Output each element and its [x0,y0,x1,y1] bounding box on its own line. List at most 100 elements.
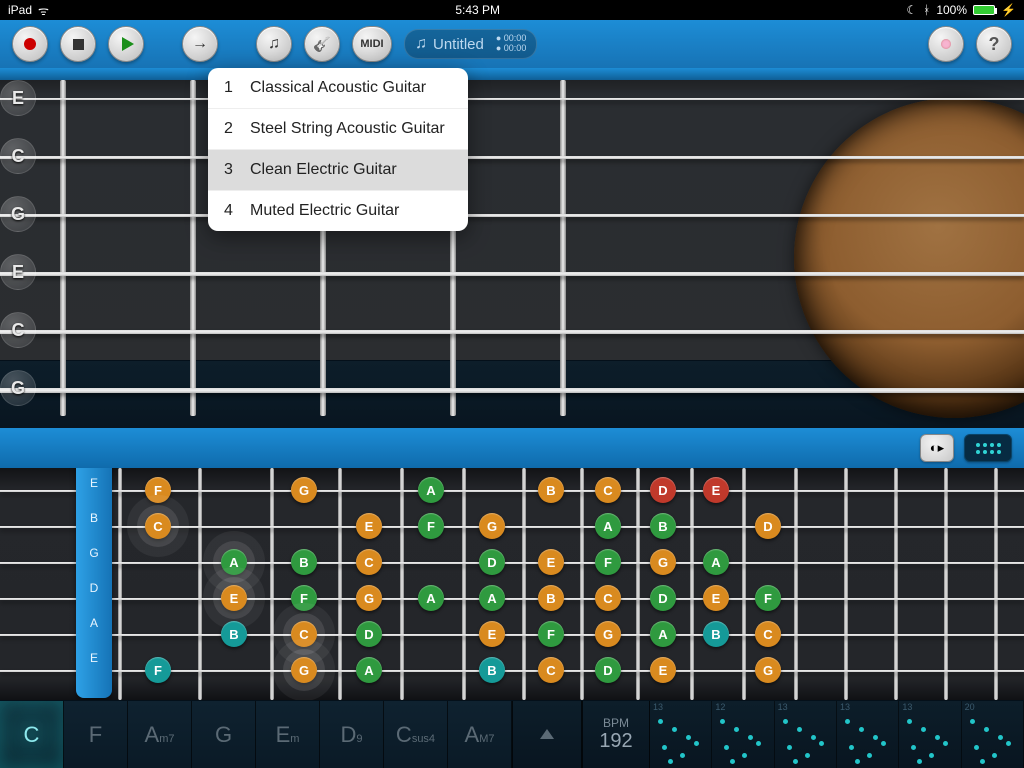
pattern-column[interactable]: 12 [712,701,774,768]
fret-note[interactable]: A [703,549,729,575]
strum-mode-button[interactable]: ◐▸ [920,434,954,462]
fret-note[interactable]: F [538,621,564,647]
fret-note[interactable]: D [356,621,382,647]
instrument-menu-item[interactable]: 3Clean Electric Guitar [208,150,468,191]
fret-note[interactable]: E [356,513,382,539]
fret-note[interactable]: G [595,621,621,647]
fret-note[interactable]: A [479,585,505,611]
fret-note[interactable]: C [538,657,564,683]
chord-fretboard[interactable]: + 5 EBGDAE FCFAEBGBFCGECGDAAFAGDAEBBEBFC… [0,468,1024,700]
instrument-menu-item[interactable]: 1Classical Acoustic Guitar [208,68,468,109]
play-button[interactable] [108,26,144,62]
stop-button[interactable] [60,26,96,62]
open-note[interactable]: G [0,196,36,232]
fret-note[interactable]: E [650,657,676,683]
fret-note[interactable]: C [145,513,171,539]
fret-note[interactable]: B [479,657,505,683]
fret-note[interactable]: A [221,549,247,575]
fret-note[interactable]: D [650,477,676,503]
help-button[interactable] [976,26,1012,62]
fret-note[interactable]: A [650,621,676,647]
pattern-column[interactable]: 20 [962,701,1024,768]
song-info[interactable]: ♫ Untitled ● 00:00 ● 00:00 [404,29,537,59]
fret-note[interactable]: E [703,585,729,611]
fret-note[interactable]: G [291,657,317,683]
chord-cell[interactable]: AM7 [448,701,512,768]
fret-note[interactable]: B [538,585,564,611]
instrument-menu-item[interactable]: 2Steel String Acoustic Guitar [208,109,468,150]
instrument-button[interactable] [304,26,340,62]
chord-cell[interactable]: Csus4 [384,701,448,768]
fret-note[interactable]: A [356,657,382,683]
pattern-column[interactable]: 13 [650,701,712,768]
fret-note[interactable]: B [221,621,247,647]
fret-note[interactable]: B [703,621,729,647]
string[interactable] [0,156,1024,159]
bpm-control[interactable] [512,701,582,768]
fret-note[interactable]: G [650,549,676,575]
fret-note[interactable]: F [291,585,317,611]
fret-note[interactable]: A [418,585,444,611]
chord-cell[interactable]: C [0,701,64,768]
open-note[interactable]: G [0,370,36,406]
chord-cell[interactable]: Am7 [128,701,192,768]
fret-note[interactable]: C [595,477,621,503]
string[interactable] [0,562,1024,564]
bpm-display[interactable]: BPM 192 [582,701,650,768]
fret-note[interactable]: B [650,513,676,539]
fret-note[interactable]: C [595,585,621,611]
fret-note[interactable]: E [538,549,564,575]
chord-cell[interactable]: D9 [320,701,384,768]
open-note[interactable]: E [0,80,36,116]
fret-note[interactable]: A [595,513,621,539]
fret-note[interactable]: F [755,585,781,611]
fret-note[interactable]: D [755,513,781,539]
fret-note[interactable]: C [356,549,382,575]
settings-accent-button[interactable] [928,26,964,62]
record-button[interactable] [12,26,48,62]
fret-note[interactable]: E [479,621,505,647]
song-list-button[interactable] [256,26,292,62]
fret-note[interactable]: D [650,585,676,611]
open-note[interactable]: C [0,312,36,348]
fret-note[interactable]: C [755,621,781,647]
fret-note[interactable]: B [538,477,564,503]
midi-button[interactable]: MIDI [352,26,392,62]
chord-cell[interactable]: F [64,701,128,768]
fret-note[interactable]: B [291,549,317,575]
fret-note[interactable]: F [595,549,621,575]
fret-note[interactable]: C [291,621,317,647]
string[interactable] [0,598,1024,600]
fret-note[interactable]: G [291,477,317,503]
pattern-column[interactable]: 13 [837,701,899,768]
string[interactable] [0,98,1024,100]
instrument-menu-item[interactable]: 4Muted Electric Guitar [208,191,468,231]
fret-note[interactable]: G [755,657,781,683]
fret-note[interactable]: D [479,549,505,575]
fret-note[interactable]: F [418,513,444,539]
fret-note[interactable]: A [418,477,444,503]
string[interactable] [0,272,1024,276]
instrument-view[interactable]: ECGECG [0,68,1024,428]
fret-note[interactable]: G [356,585,382,611]
chord-cell[interactable]: Em [256,701,320,768]
string[interactable] [0,330,1024,334]
open-note[interactable]: E [0,254,36,290]
open-note[interactable]: C [0,138,36,174]
fret-note[interactable]: G [479,513,505,539]
direction-button[interactable] [182,26,218,62]
string[interactable] [0,388,1024,393]
fret-note[interactable]: D [595,657,621,683]
pattern-column[interactable]: 13 [775,701,837,768]
fret-note[interactable]: F [145,477,171,503]
capo[interactable]: + 5 EBGDAE [76,468,112,698]
chord-cell[interactable]: G [192,701,256,768]
fret-note[interactable]: E [703,477,729,503]
pattern-grid-button[interactable] [964,434,1012,462]
string[interactable] [0,634,1024,636]
string[interactable] [0,214,1024,217]
pattern-column[interactable]: 13 [899,701,961,768]
fret-note[interactable]: E [221,585,247,611]
strum-pattern[interactable]: 131213131320 [650,701,1024,768]
fret-note[interactable]: F [145,657,171,683]
